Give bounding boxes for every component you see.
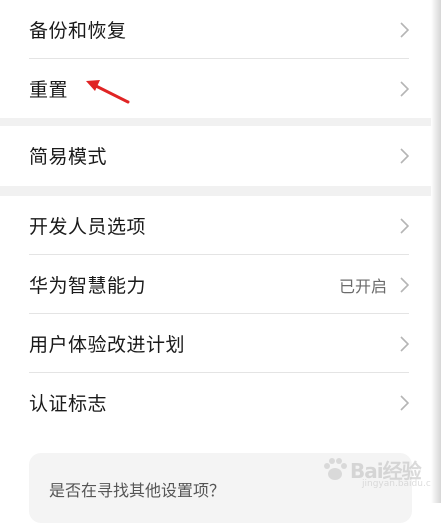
settings-item-label: 用户体验改进计划: [29, 334, 186, 356]
settings-group-simple-mode: 简易模式: [0, 126, 431, 186]
settings-item-label: 认证标志: [29, 393, 108, 415]
scroll-edge: [431, 0, 441, 503]
settings-item-huawei-intelligence[interactable]: 华为智慧能力 已开启: [0, 255, 431, 314]
chevron-right-icon: [400, 21, 409, 38]
red-arrow-annotation: [86, 80, 130, 104]
settings-screen: 备份和恢复 重置 简易模式 开发人员选项 华为智慧能力 已开启 用户体验改进计划…: [0, 0, 441, 523]
settings-item-label: 备份和恢复: [29, 20, 127, 42]
settings-item-label: 简易模式: [29, 146, 108, 168]
settings-item-label: 开发人员选项: [29, 216, 147, 238]
settings-item-certification[interactable]: 认证标志: [0, 373, 431, 432]
settings-item-backup-restore[interactable]: 备份和恢复: [0, 0, 431, 59]
settings-item-reset[interactable]: 重置: [0, 59, 431, 118]
settings-item-simple-mode[interactable]: 简易模式: [0, 126, 431, 185]
hint-text: 是否在寻找其他设置项？: [49, 481, 226, 500]
settings-item-label: 重置: [29, 79, 69, 101]
settings-group-backup-reset: 备份和恢复 重置: [0, 0, 431, 118]
baidu-watermark: Bai经验 jingyan.baidu.com: [322, 447, 441, 495]
settings-group-advanced: 开发人员选项 华为智慧能力 已开启 用户体验改进计划 认证标志: [0, 196, 431, 432]
chevron-right-icon: [400, 217, 409, 234]
settings-item-developer-options[interactable]: 开发人员选项: [0, 196, 431, 255]
watermark-subtext: jingyan.baidu.com: [362, 479, 441, 489]
settings-item-status: 已开启: [338, 276, 387, 296]
chevron-right-icon: [400, 335, 409, 352]
settings-item-user-experience[interactable]: 用户体验改进计划: [0, 314, 431, 373]
section-gap: [0, 118, 431, 126]
chevron-right-icon: [400, 394, 409, 411]
chevron-right-icon: [400, 80, 409, 97]
chevron-right-icon: [400, 147, 409, 164]
settings-item-label: 华为智慧能力: [29, 275, 147, 297]
paw-logo-icon: [324, 458, 347, 480]
section-gap: [0, 186, 431, 196]
chevron-right-icon: [400, 276, 409, 293]
